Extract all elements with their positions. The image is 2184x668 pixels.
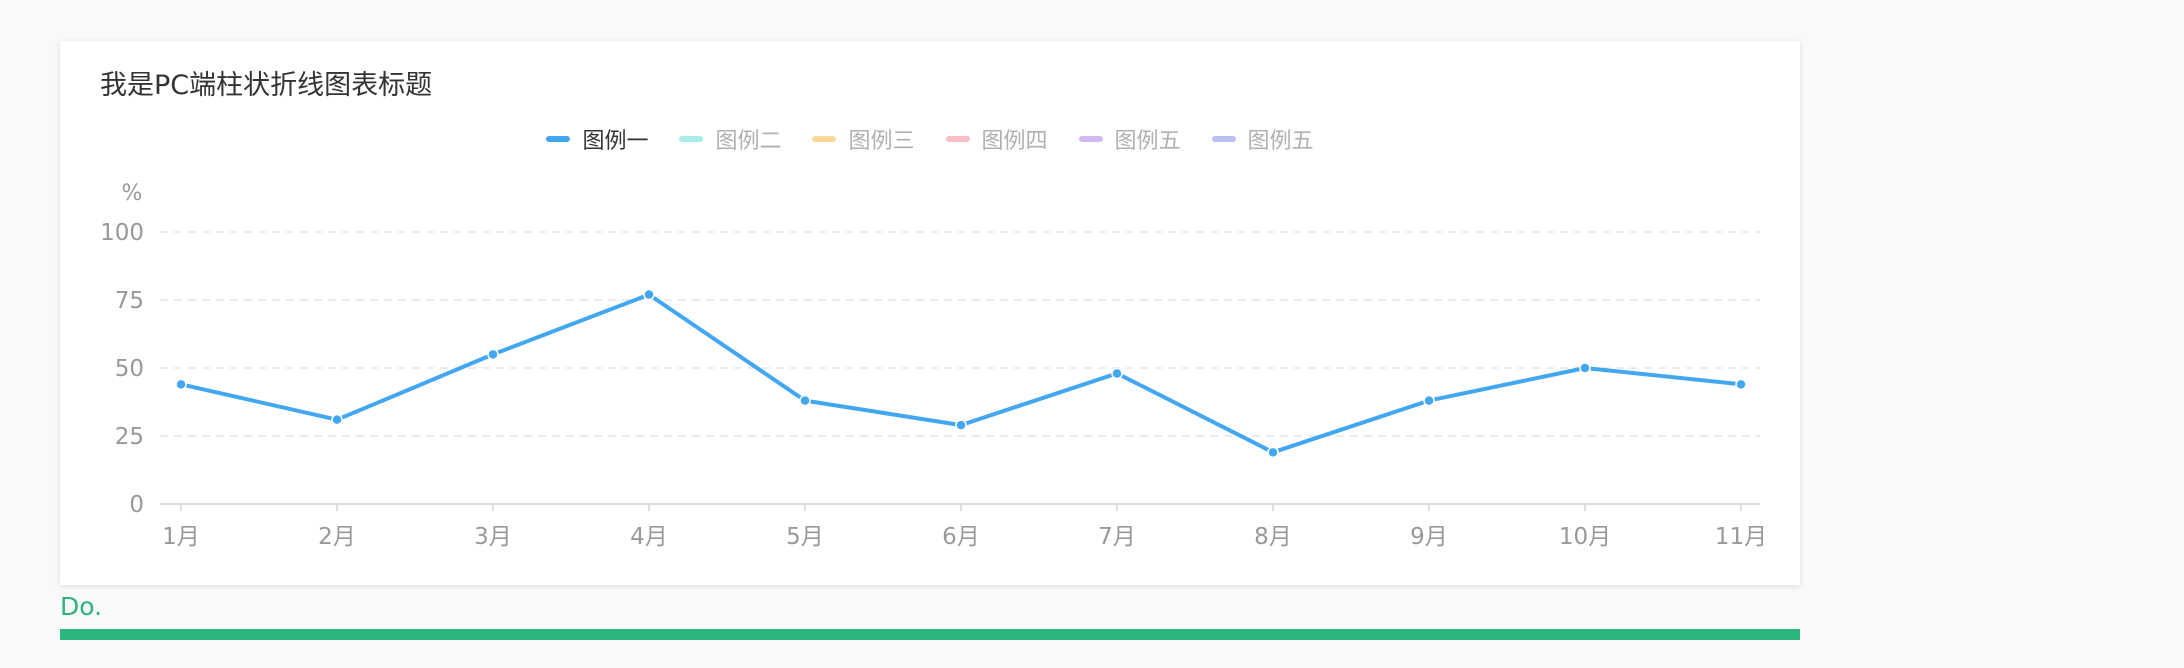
data-point <box>643 288 655 301</box>
y-tick-label: 75 <box>115 288 144 314</box>
data-point <box>955 419 967 431</box>
data-point <box>487 348 499 361</box>
x-tick-label: 7月 <box>1098 524 1136 550</box>
line-chart: % 0 25 50 75 100 1月 2月 3月 4月 5月 6月 7月 8月 9月 10月 11月 <box>100 181 1767 550</box>
data-point <box>331 413 343 426</box>
data-point <box>1579 362 1591 374</box>
footer-accent-bar <box>60 629 1800 640</box>
x-tick-label: 5月 <box>786 524 824 550</box>
data-point <box>175 378 187 391</box>
x-tick-label: 10月 <box>1559 524 1611 550</box>
x-tick-label: 8月 <box>1254 524 1292 550</box>
y-tick-label: 100 <box>100 220 144 246</box>
x-tick-label: 6月 <box>942 524 980 550</box>
y-axis-unit-label: % <box>122 181 143 206</box>
data-point <box>1423 394 1435 407</box>
data-point <box>799 394 811 407</box>
y-tick-label: 25 <box>115 424 144 450</box>
y-tick-label: 0 <box>129 492 144 518</box>
x-tick-label: 1月 <box>162 524 200 550</box>
x-tick-label: 11月 <box>1715 524 1767 550</box>
chart-card: 我是PC端柱状折线图表标题 图例一 图例二 图例三 图例四 图例五 图例五 % 0 25 50 7… <box>60 41 1800 585</box>
x-tick-label: 4月 <box>630 524 668 550</box>
data-point <box>1267 446 1279 459</box>
data-point <box>1111 367 1123 380</box>
footer-note: Do. <box>60 592 103 621</box>
x-tick-label: 9月 <box>1410 524 1448 550</box>
y-tick-label: 50 <box>115 356 144 382</box>
data-point <box>1735 378 1747 391</box>
x-tick-label: 2月 <box>318 524 356 550</box>
x-tick-label: 3月 <box>474 524 512 550</box>
